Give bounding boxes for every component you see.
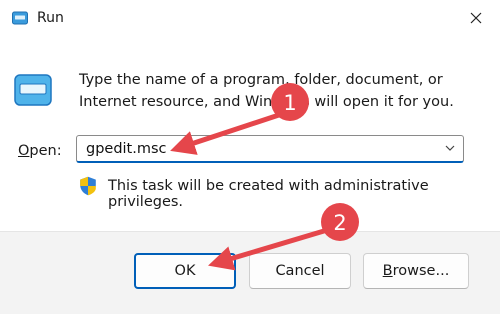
admin-shield-icon xyxy=(80,176,96,196)
open-combobox[interactable]: gpedit.msc xyxy=(76,135,464,163)
run-icon xyxy=(14,74,52,106)
open-input[interactable]: gpedit.msc xyxy=(86,141,167,157)
admin-privileges-note: This task will be created with administr… xyxy=(108,178,429,210)
close-button[interactable] xyxy=(452,0,500,36)
cancel-button[interactable]: Cancel xyxy=(249,253,351,289)
chevron-down-icon[interactable] xyxy=(445,145,455,152)
run-app-icon xyxy=(12,11,28,25)
close-icon xyxy=(470,12,482,24)
open-label: Open: xyxy=(18,143,62,159)
window-title: Run xyxy=(37,10,64,26)
browse-button[interactable]: Browse... xyxy=(363,253,469,289)
title-bar: Run xyxy=(0,0,500,38)
description-text: Type the name of a program, folder, docu… xyxy=(79,72,454,110)
ok-button[interactable]: OK xyxy=(134,253,236,289)
